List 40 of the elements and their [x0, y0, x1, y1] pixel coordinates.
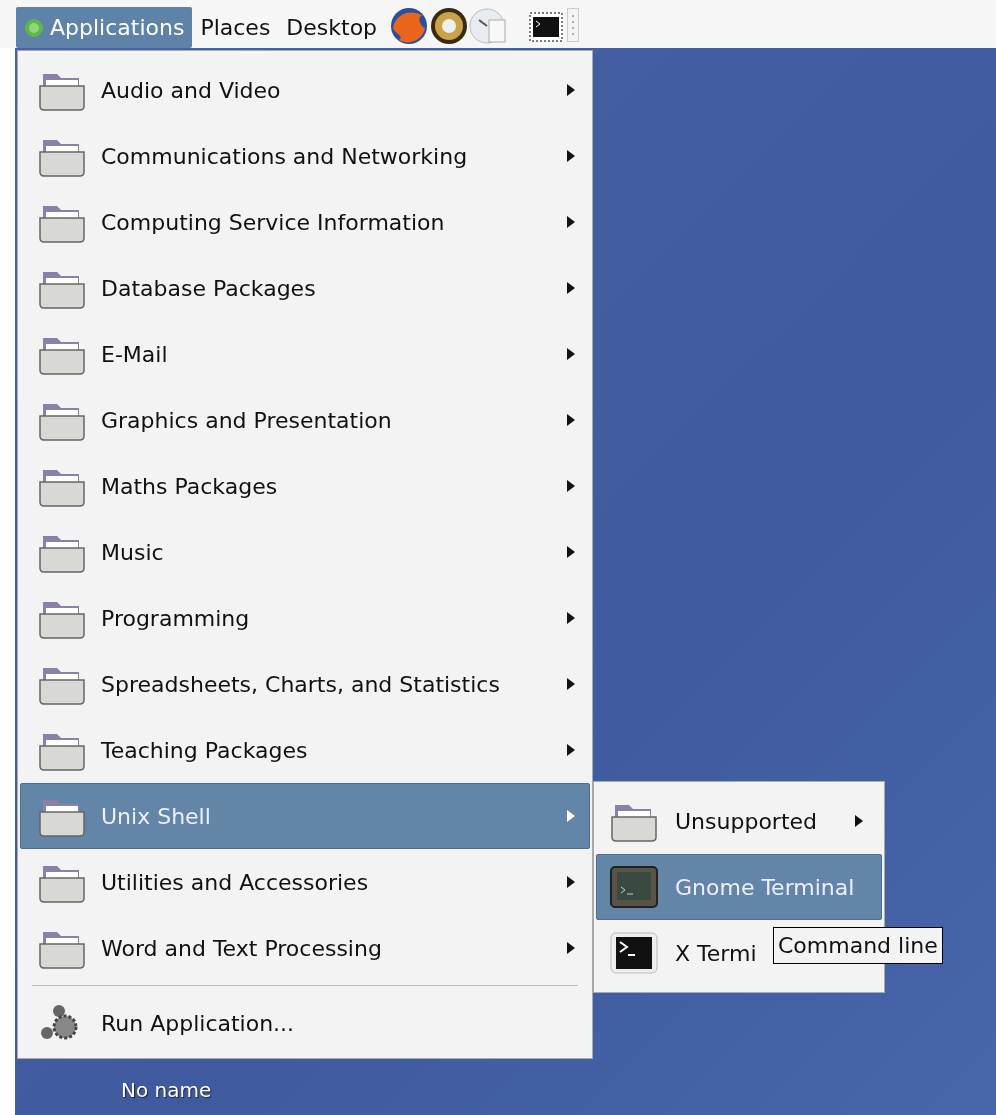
submenu-arrow-icon: [567, 546, 575, 558]
menu-item[interactable]: Graphics and Presentation: [20, 387, 590, 453]
terminal-icon[interactable]: [529, 12, 564, 42]
panel-menu[interactable]: Places: [192, 7, 279, 48]
submenu-arrow-icon: [855, 815, 863, 827]
menu-item[interactable]: E-Mail: [20, 321, 590, 387]
submenu-arrow-icon: [567, 876, 575, 888]
desktop-icon-label[interactable]: No name: [121, 1078, 212, 1102]
tooltip: Command line: [773, 927, 943, 964]
submenu-arrow-icon: [567, 150, 575, 162]
submenu-arrow-icon: [567, 216, 575, 228]
menu-item[interactable]: Computing Service Information: [20, 189, 590, 255]
menu-item[interactable]: Word and Text Processing: [20, 915, 590, 981]
menu-item[interactable]: Programming: [20, 585, 590, 651]
panel-menu[interactable]: Desktop: [278, 7, 386, 48]
menu-item[interactable]: Unsupported: [596, 788, 882, 854]
submenu-arrow-icon: [567, 480, 575, 492]
submenu-arrow-icon: [567, 84, 575, 96]
monitor-icon: [609, 865, 659, 909]
panel-menu[interactable]: Applications: [16, 7, 193, 48]
submenu-arrow-icon: [567, 612, 575, 624]
submenu-arrow-icon: [567, 810, 575, 822]
submenu-arrow-icon: [567, 348, 575, 360]
menu-item[interactable]: Maths Packages: [20, 453, 590, 519]
submenu-arrow-icon: [567, 282, 575, 294]
menu-item[interactable]: Communications and Networking: [20, 123, 590, 189]
menu-item[interactable]: Database Packages: [20, 255, 590, 321]
menu-item[interactable]: Teaching Packages: [20, 717, 590, 783]
menu-item[interactable]: Run Application...: [20, 990, 590, 1056]
submenu-arrow-icon: [567, 414, 575, 426]
terminal-icon: [609, 931, 659, 975]
menu-item[interactable]: Utilities and Accessories: [20, 849, 590, 915]
globe-icon[interactable]: [389, 6, 430, 46]
submenu-arrow-icon: [567, 744, 575, 756]
menu-item[interactable]: Audio and Video: [20, 57, 590, 123]
drag-handle-icon[interactable]: [567, 8, 580, 42]
submenu-arrow-icon: [567, 942, 575, 954]
submenu-arrow-icon: [567, 678, 575, 690]
menu-item[interactable]: Spreadsheets, Charts, and Statistics: [20, 651, 590, 717]
menu-item[interactable]: Music: [20, 519, 590, 585]
